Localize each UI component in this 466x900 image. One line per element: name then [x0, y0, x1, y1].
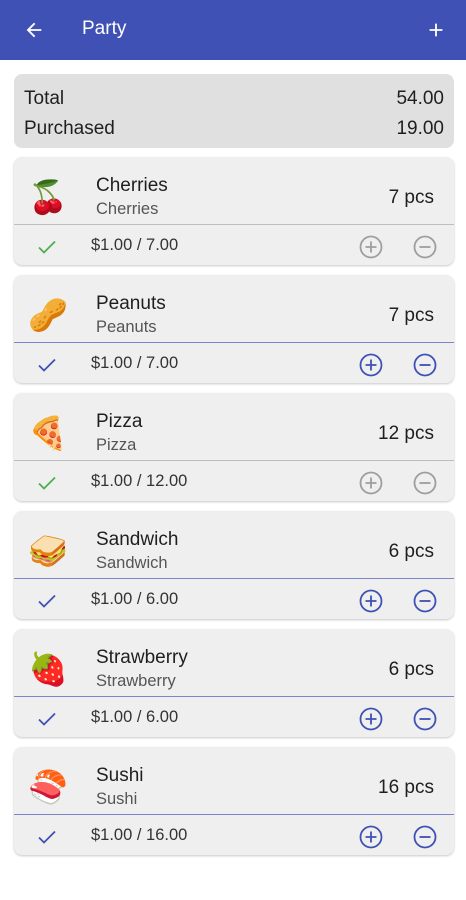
item-quantity: 7 pcs [388, 305, 434, 326]
check-icon[interactable] [34, 235, 60, 259]
total-row: Total 54.00 [24, 84, 444, 114]
decrement-icon[interactable] [412, 588, 438, 614]
decrement-icon[interactable] [412, 706, 438, 732]
peanuts-icon: 🥜 [28, 296, 68, 334]
plus-icon[interactable] [420, 14, 452, 46]
sushi-icon: 🍣 [28, 768, 68, 806]
item-price: $1.00 / 6.00 [91, 590, 179, 608]
item-subtitle: Cherries [96, 200, 159, 218]
item-subtitle: Sandwich [96, 554, 168, 572]
item-subtitle: Strawberry [96, 672, 176, 690]
divider [14, 814, 454, 815]
item-quantity: 16 pcs [378, 777, 434, 798]
item-price: $1.00 / 6.00 [91, 708, 179, 726]
item-price: $1.00 / 7.00 [91, 354, 179, 372]
arrow-back-icon[interactable] [18, 14, 50, 46]
item-price: $1.00 / 16.00 [91, 826, 188, 844]
item-quantity: 12 pcs [378, 423, 434, 444]
list-item[interactable]: 🍕 Pizza Pizza 12 pcs $1.00 / 12.00 [14, 393, 454, 501]
divider [14, 460, 454, 461]
check-icon[interactable] [34, 825, 60, 849]
list-item[interactable]: 🥪 Sandwich Sandwich 6 pcs $1.00 / 6.00 [14, 511, 454, 619]
pizza-icon: 🍕 [28, 414, 68, 452]
purchased-value: 19.00 [396, 118, 444, 139]
decrement-icon[interactable] [412, 470, 438, 496]
item-name: Cherries [96, 175, 168, 196]
cherries-icon: 🍒 [28, 178, 68, 216]
item-subtitle: Sushi [96, 790, 138, 808]
item-subtitle: Peanuts [96, 318, 157, 336]
item-name: Strawberry [96, 647, 188, 668]
purchased-label: Purchased [24, 118, 115, 139]
increment-icon[interactable] [358, 234, 384, 260]
divider [14, 224, 454, 225]
check-icon[interactable] [34, 707, 60, 731]
item-quantity: 6 pcs [388, 541, 434, 562]
check-icon[interactable] [34, 353, 60, 377]
decrement-icon[interactable] [412, 824, 438, 850]
item-list: 🍒 Cherries Cherries 7 pcs $1.00 / 7.00 🥜… [14, 157, 454, 865]
item-name: Peanuts [96, 293, 166, 314]
item-subtitle: Pizza [96, 436, 137, 454]
item-price: $1.00 / 12.00 [91, 472, 188, 490]
divider [14, 696, 454, 697]
increment-icon[interactable] [358, 824, 384, 850]
sandwich-icon: 🥪 [28, 532, 68, 570]
divider [14, 578, 454, 579]
total-value: 54.00 [396, 88, 444, 109]
increment-icon[interactable] [358, 588, 384, 614]
increment-icon[interactable] [358, 706, 384, 732]
divider [14, 342, 454, 343]
list-item[interactable]: 🍒 Cherries Cherries 7 pcs $1.00 / 7.00 [14, 157, 454, 265]
item-name: Sushi [96, 765, 144, 786]
app-bar: Party [0, 0, 466, 60]
list-item[interactable]: 🍣 Sushi Sushi 16 pcs $1.00 / 16.00 [14, 747, 454, 855]
list-item[interactable]: 🍓 Strawberry Strawberry 6 pcs $1.00 / 6.… [14, 629, 454, 737]
increment-icon[interactable] [358, 470, 384, 496]
item-quantity: 6 pcs [388, 659, 434, 680]
list-item[interactable]: 🥜 Peanuts Peanuts 7 pcs $1.00 / 7.00 [14, 275, 454, 383]
page-title: Party [82, 18, 127, 39]
item-price: $1.00 / 7.00 [91, 236, 179, 254]
total-label: Total [24, 88, 65, 109]
decrement-icon[interactable] [412, 234, 438, 260]
purchased-row: Purchased 19.00 [24, 114, 444, 144]
check-icon[interactable] [34, 471, 60, 495]
strawberry-icon: 🍓 [28, 650, 68, 688]
check-icon[interactable] [34, 589, 60, 613]
summary-panel: Total 54.00 Purchased 19.00 [14, 74, 454, 148]
item-name: Sandwich [96, 529, 179, 550]
item-name: Pizza [96, 411, 143, 432]
item-quantity: 7 pcs [388, 187, 434, 208]
decrement-icon[interactable] [412, 352, 438, 378]
increment-icon[interactable] [358, 352, 384, 378]
